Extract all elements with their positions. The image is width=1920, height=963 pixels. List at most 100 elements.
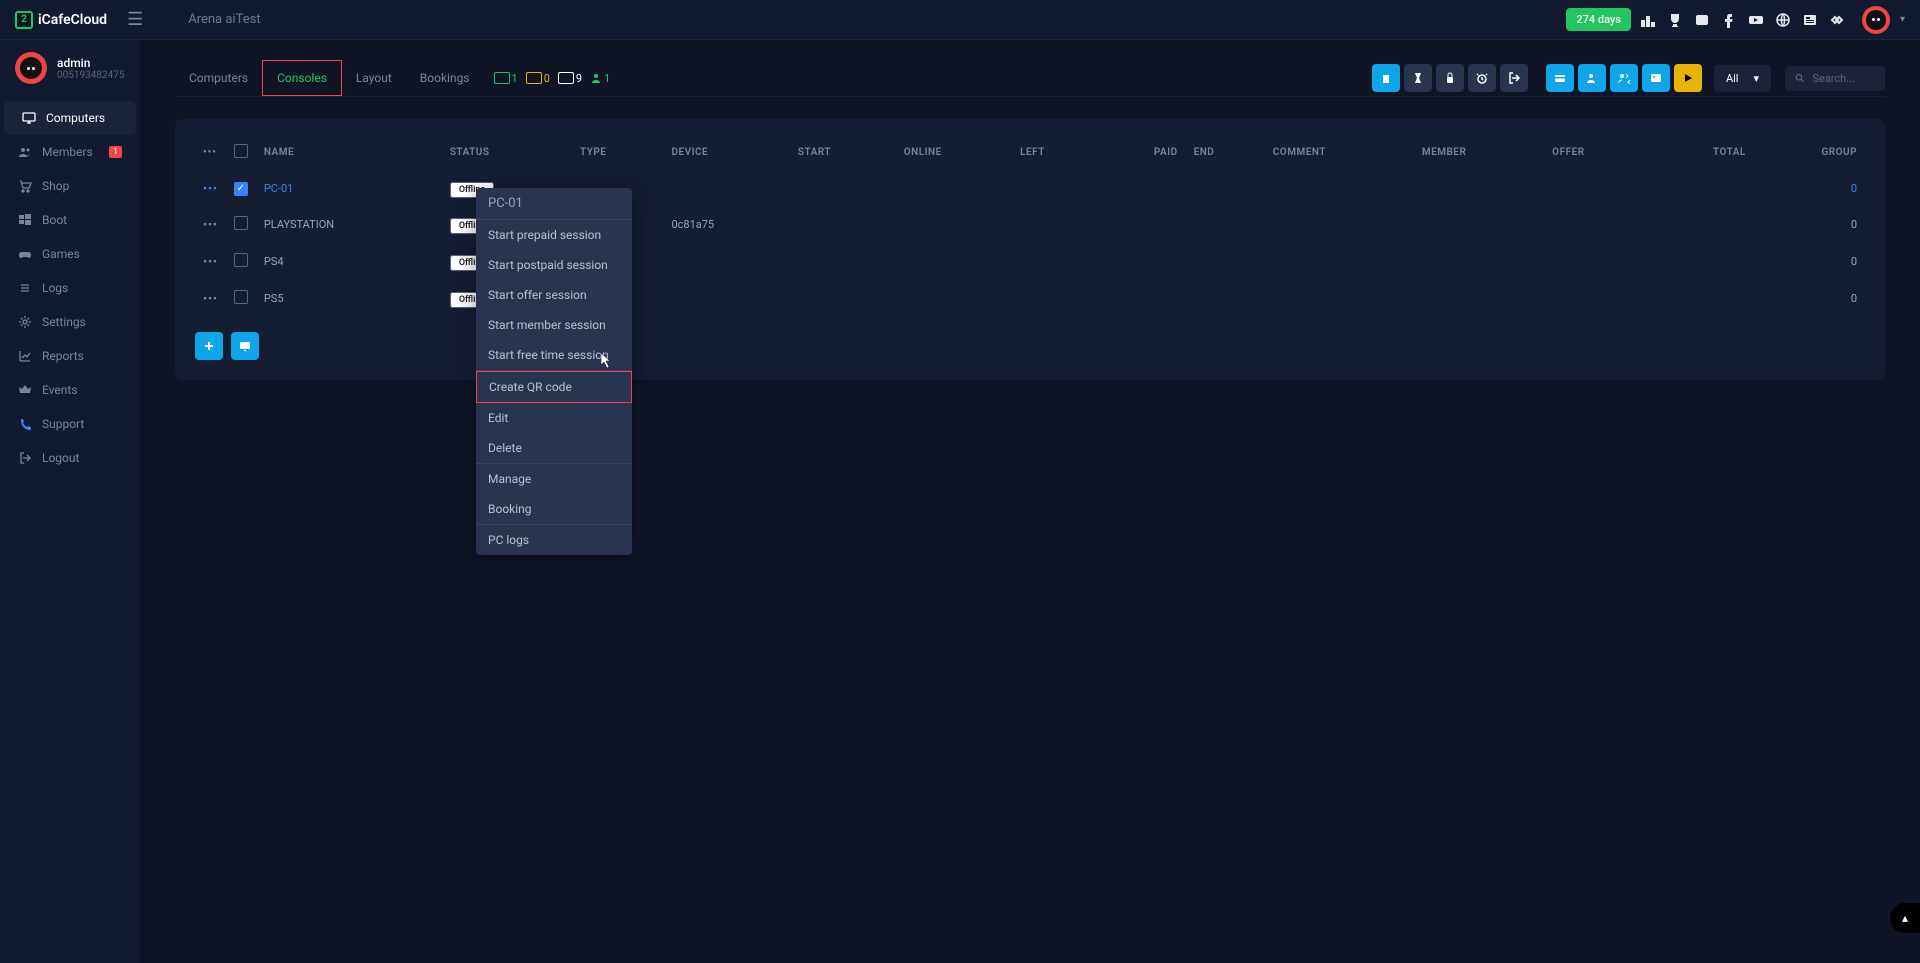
main-content: Computers Consoles Layout Bookings 1 0 9… bbox=[140, 40, 1920, 963]
chevron-down-icon[interactable]: ▾ bbox=[1900, 14, 1905, 25]
sidebar-item-games[interactable]: Games bbox=[0, 237, 140, 271]
sidebar-item-boot[interactable]: Boot bbox=[0, 203, 140, 237]
web-icon[interactable] bbox=[1773, 10, 1793, 30]
news-icon[interactable] bbox=[1800, 10, 1820, 30]
col-comment[interactable]: COMMENT bbox=[1265, 134, 1414, 171]
tab-layout[interactable]: Layout bbox=[342, 61, 406, 95]
col-group[interactable]: GROUP bbox=[1754, 134, 1865, 171]
row-actions-icon[interactable]: ••• bbox=[203, 255, 218, 268]
row-checkbox[interactable] bbox=[234, 290, 248, 304]
header-actions-icon[interactable]: ••• bbox=[203, 147, 217, 158]
col-left[interactable]: LEFT bbox=[1012, 134, 1100, 171]
action-switchuser-button[interactable] bbox=[1610, 64, 1638, 92]
col-online[interactable]: ONLINE bbox=[896, 134, 1012, 171]
filter-select[interactable]: All▾ bbox=[1714, 65, 1771, 92]
col-member[interactable]: MEMBER bbox=[1414, 134, 1544, 171]
action-alarm-button[interactable] bbox=[1468, 64, 1496, 92]
col-offer[interactable]: OFFER bbox=[1544, 134, 1648, 171]
col-name[interactable]: NAME bbox=[256, 134, 442, 171]
topbar: 2 iCafeCloud ☰ Arena aiTest 274 days ▾ bbox=[0, 0, 1920, 40]
row-actions-icon[interactable]: ••• bbox=[203, 292, 218, 305]
table-row[interactable]: ••• PLAYSTATION Offline 0c81a75 0 bbox=[195, 206, 1865, 243]
table-row[interactable]: ••• PS5 Offline 0 bbox=[195, 280, 1865, 317]
sidebar-item-reports[interactable]: Reports bbox=[0, 339, 140, 373]
col-status[interactable]: STATUS bbox=[442, 134, 572, 171]
status-busy-count[interactable]: 0 bbox=[526, 72, 550, 85]
context-manage[interactable]: Manage bbox=[476, 464, 632, 494]
user-name: admin bbox=[57, 56, 124, 70]
context-create-qr[interactable]: Create QR code bbox=[476, 371, 632, 403]
sidebar-item-shop[interactable]: Shop bbox=[0, 169, 140, 203]
trophy-icon[interactable] bbox=[1665, 10, 1685, 30]
sidebar-item-logs[interactable]: Logs bbox=[0, 271, 140, 305]
context-start-free[interactable]: Start free time session bbox=[476, 340, 632, 370]
col-start[interactable]: START bbox=[790, 134, 896, 171]
sidebar-item-members[interactable]: Members1 bbox=[0, 135, 140, 169]
monitor-button[interactable] bbox=[231, 332, 259, 360]
monitor-icon bbox=[494, 72, 510, 84]
leaderboard-icon[interactable] bbox=[1638, 10, 1658, 30]
context-delete[interactable]: Delete bbox=[476, 433, 632, 463]
context-start-postpaid[interactable]: Start postpaid session bbox=[476, 250, 632, 280]
days-badge[interactable]: 274 days bbox=[1566, 8, 1631, 31]
action-screenshot-button[interactable] bbox=[1642, 64, 1670, 92]
action-exit-button[interactable] bbox=[1500, 64, 1528, 92]
search-input[interactable] bbox=[1812, 72, 1875, 85]
tab-consoles[interactable]: Consoles bbox=[262, 60, 342, 96]
row-actions-icon[interactable]: ••• bbox=[203, 182, 218, 195]
row-checkbox[interactable] bbox=[234, 253, 248, 267]
sidebar-item-computers[interactable]: Computers bbox=[4, 101, 136, 135]
table-row[interactable]: ••• PS4 Offline 0 bbox=[195, 243, 1865, 280]
logo-icon: 2 bbox=[15, 11, 33, 29]
context-edit[interactable]: Edit bbox=[476, 403, 632, 433]
sidebar-item-settings[interactable]: Settings bbox=[0, 305, 140, 339]
logo[interactable]: 2 iCafeCloud bbox=[15, 11, 107, 29]
context-start-member[interactable]: Start member session bbox=[476, 310, 632, 340]
user-block[interactable]: admin 005193482475 bbox=[0, 40, 140, 96]
scroll-top-button[interactable]: ▴ bbox=[1890, 903, 1920, 933]
action-wait-button[interactable] bbox=[1404, 64, 1432, 92]
col-total[interactable]: TOTAL bbox=[1648, 134, 1753, 171]
chevron-down-icon: ▾ bbox=[1753, 72, 1759, 85]
youtube-icon[interactable] bbox=[1746, 10, 1766, 30]
logo-text: iCafeCloud bbox=[38, 12, 107, 28]
avatar[interactable] bbox=[1862, 6, 1890, 34]
col-end[interactable]: END bbox=[1186, 134, 1265, 171]
action-lock-button[interactable] bbox=[1436, 64, 1464, 92]
table-row[interactable]: ••• ✓ PC-01 Offline 0 bbox=[195, 171, 1865, 206]
gear-icon bbox=[18, 315, 32, 329]
context-start-prepaid[interactable]: Start prepaid session bbox=[476, 220, 632, 250]
col-type[interactable]: TYPE bbox=[572, 134, 663, 171]
col-paid[interactable]: PAID bbox=[1100, 134, 1186, 171]
hamburger-icon[interactable]: ☰ bbox=[127, 9, 143, 30]
action-card-button[interactable] bbox=[1546, 64, 1574, 92]
add-button[interactable] bbox=[195, 332, 223, 360]
search-box[interactable] bbox=[1785, 66, 1885, 91]
search-icon bbox=[1795, 72, 1804, 84]
sidebar-item-support[interactable]: Support bbox=[0, 407, 140, 441]
context-menu-title: PC-01 bbox=[476, 188, 632, 220]
sidebar-item-logout[interactable]: Logout bbox=[0, 441, 140, 475]
members-badge: 1 bbox=[109, 146, 122, 158]
row-checkbox[interactable] bbox=[234, 216, 248, 230]
discord-icon[interactable] bbox=[1692, 10, 1712, 30]
row-actions-icon[interactable]: ••• bbox=[203, 218, 218, 231]
sidebar-item-events[interactable]: Events bbox=[0, 373, 140, 407]
row-checkbox[interactable]: ✓ bbox=[234, 182, 248, 196]
action-adduser-button[interactable] bbox=[1578, 64, 1606, 92]
col-device[interactable]: DEVICE bbox=[663, 134, 789, 171]
select-all-checkbox[interactable] bbox=[234, 144, 248, 158]
status-offline-count[interactable]: 9 bbox=[558, 72, 582, 85]
link-icon[interactable] bbox=[1827, 10, 1847, 30]
context-start-offer[interactable]: Start offer session bbox=[476, 280, 632, 310]
context-booking[interactable]: Booking bbox=[476, 494, 632, 524]
status-online-count[interactable]: 1 bbox=[494, 72, 518, 85]
facebook-icon[interactable] bbox=[1719, 10, 1739, 30]
tab-bookings[interactable]: Bookings bbox=[406, 61, 484, 95]
status-member-count[interactable]: 1 bbox=[590, 72, 610, 85]
user-avatar-icon bbox=[15, 52, 47, 84]
action-time-button[interactable] bbox=[1372, 64, 1400, 92]
action-play-button[interactable] bbox=[1674, 64, 1702, 92]
context-pc-logs[interactable]: PC logs bbox=[476, 525, 632, 555]
tab-computers[interactable]: Computers bbox=[175, 61, 262, 95]
